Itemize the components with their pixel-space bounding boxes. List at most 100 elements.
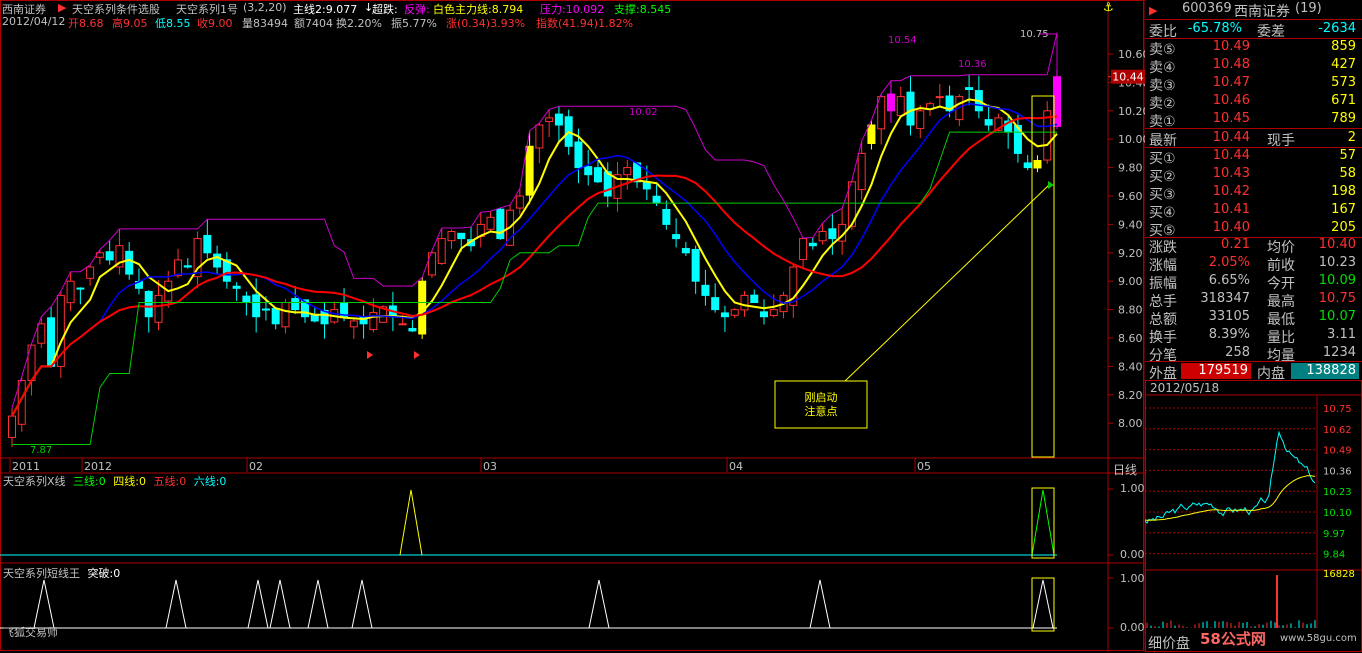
detail-tab[interactable]: 细价盘 <box>1148 633 1190 653</box>
buy-row-4-volume: 167 <box>1331 202 1356 217</box>
candle-body <box>144 290 153 318</box>
candle-body <box>418 280 427 335</box>
sell-row-3-price: 10.47 <box>1212 75 1250 90</box>
price-axis-label: 10.20 <box>1118 105 1145 118</box>
stat-value: 0.21 <box>1221 237 1250 252</box>
last-price: 10.44 <box>1212 130 1250 145</box>
candle-body <box>818 231 827 242</box>
candle-body <box>584 166 593 176</box>
buy-row-4: 买④ 10.41 167 <box>1145 201 1362 221</box>
signal-triangle <box>414 351 420 359</box>
mini-price-label: 10.49 <box>1323 446 1352 457</box>
wei-bi-row: 委比 -65.78% 委差 -2634 <box>1145 20 1362 40</box>
candle-body <box>105 251 114 261</box>
candle-body <box>281 302 290 328</box>
wei-bi-value: -65.78% <box>1187 21 1242 36</box>
mini-price-line <box>1145 430 1316 524</box>
candle-body <box>828 228 837 240</box>
mini-price-label: 9.97 <box>1323 529 1345 540</box>
sub1-ymax: 1.00 <box>1120 482 1145 495</box>
sub1-line3: 三线:0 <box>73 475 106 488</box>
sell-row-5-volume: 859 <box>1331 39 1356 54</box>
date-label: 2012 <box>84 460 112 473</box>
stat-value: 318347 <box>1200 291 1250 306</box>
price-axis-label: 8.20 <box>1118 389 1143 402</box>
play-icon[interactable]: ▶ <box>58 1 66 14</box>
candle-body <box>701 284 710 296</box>
change-value: 涨(0.34)3.93% <box>446 17 526 30</box>
candle-body <box>652 195 661 204</box>
candle-body <box>8 415 16 438</box>
stat-row: 涨跌 0.21 均价 10.40 <box>1145 236 1362 256</box>
candle-body <box>916 110 925 130</box>
last-price-row: 最新 10.44 现手 2 <box>1145 128 1362 149</box>
stat-row: 换手 8.39% 量比 3.11 <box>1145 326 1362 346</box>
candle-body <box>769 309 778 317</box>
date-label: 04 <box>729 460 743 473</box>
price-axis-label: 9.20 <box>1118 247 1143 260</box>
intraday-mini-chart[interactable]: 10.75 10.62 10.49 10.36 10.23 10.10 9.97 9.84 16… <box>1145 380 1362 652</box>
sub1-title: 天空系列X线 <box>3 475 66 488</box>
candle-body <box>681 248 690 254</box>
stock-name: 西南证券 <box>1234 4 1290 20</box>
sell-row-2-price: 10.46 <box>1212 93 1250 108</box>
price-axis-label: 8.80 <box>1118 304 1143 317</box>
stat-value: 258 <box>1225 345 1250 360</box>
candle-body <box>593 167 602 183</box>
candle-body <box>662 208 671 225</box>
wai-nei-row: 外盘 179519 内盘 138828 <box>1145 361 1362 382</box>
nei-value: 138828 <box>1306 363 1356 378</box>
candle-body <box>408 327 417 332</box>
stock-code: 600369 <box>1182 1 1232 16</box>
date-label: 2011 <box>12 460 40 473</box>
close-value: 收9.00 <box>197 17 233 30</box>
annotation-1054: 10.54 <box>888 35 917 46</box>
price-axis-label: 10.00 <box>1118 133 1145 146</box>
candle-body <box>447 231 456 242</box>
candle-body <box>242 295 251 304</box>
stat-value2: 10.75 <box>1318 291 1356 306</box>
low-value: 低8.55 <box>155 17 191 30</box>
kline-chart-area[interactable]: 10.6010.4010.2010.009.809.609.409.209.00… <box>0 0 1145 652</box>
sub1-line4: 四线:0 <box>113 475 146 488</box>
buy-row-4-price: 10.41 <box>1212 202 1250 217</box>
period-label[interactable]: 日线 <box>1113 461 1137 478</box>
candle-body <box>1023 162 1032 169</box>
mini-price-label: 10.36 <box>1323 466 1352 477</box>
candle-body <box>730 309 739 316</box>
price-axis-label: 9.80 <box>1118 162 1143 175</box>
stat-value2: 1234 <box>1322 345 1356 360</box>
annotation-1002: 10.02 <box>629 107 658 118</box>
price-axis-label: 8.40 <box>1118 360 1143 373</box>
order-book-panel: ▶ 600369 西南证券 (19) 委比 -65.78% 委差 -2634 卖… <box>1145 0 1362 382</box>
sub2-ymax: 1.00 <box>1120 572 1145 585</box>
buy-row-1: 买① 10.44 57 <box>1145 147 1362 167</box>
indicator-header: 西南证券 ▶ 天空系列条件选股 天空系列1号 (3,2,20) 主线2:9.07… <box>0 0 1108 16</box>
sub2-spike <box>588 579 610 629</box>
mini-price-label: 10.23 <box>1323 487 1352 498</box>
price-axis-label: 9.00 <box>1118 275 1143 288</box>
candle-body <box>623 167 632 176</box>
annotation-1036: 10.36 <box>958 59 987 70</box>
anchor-icon[interactable]: ⚓ <box>1103 0 1114 14</box>
sub1-header: 天空系列X线 三线:0 四线:0 五线:0 六线:0 <box>3 473 226 489</box>
software-name: 飞狐交易师 <box>3 626 58 639</box>
candle-body <box>349 320 358 328</box>
stat-value: 8.39% <box>1208 327 1250 342</box>
sell-row-4-price: 10.48 <box>1212 57 1250 72</box>
buy-row-2-price: 10.43 <box>1212 166 1250 181</box>
candle-body <box>125 250 134 275</box>
candle-body <box>515 195 524 209</box>
sub2-spike <box>351 579 373 629</box>
signal-triangle <box>367 351 373 359</box>
stat-row: 振幅 6.65% 今开 10.09 <box>1145 272 1362 292</box>
sub2-title: 天空系列短线王 <box>3 567 80 580</box>
candle-body <box>203 234 212 254</box>
high-value: 高9.05 <box>112 17 148 30</box>
candle-body <box>720 312 729 318</box>
candle-body <box>86 266 95 279</box>
price-axis-label: 8.60 <box>1118 332 1143 345</box>
candle-body <box>37 323 46 344</box>
stat-row: 总手 318347 最高 10.75 <box>1145 290 1362 310</box>
candle-body <box>496 208 505 240</box>
